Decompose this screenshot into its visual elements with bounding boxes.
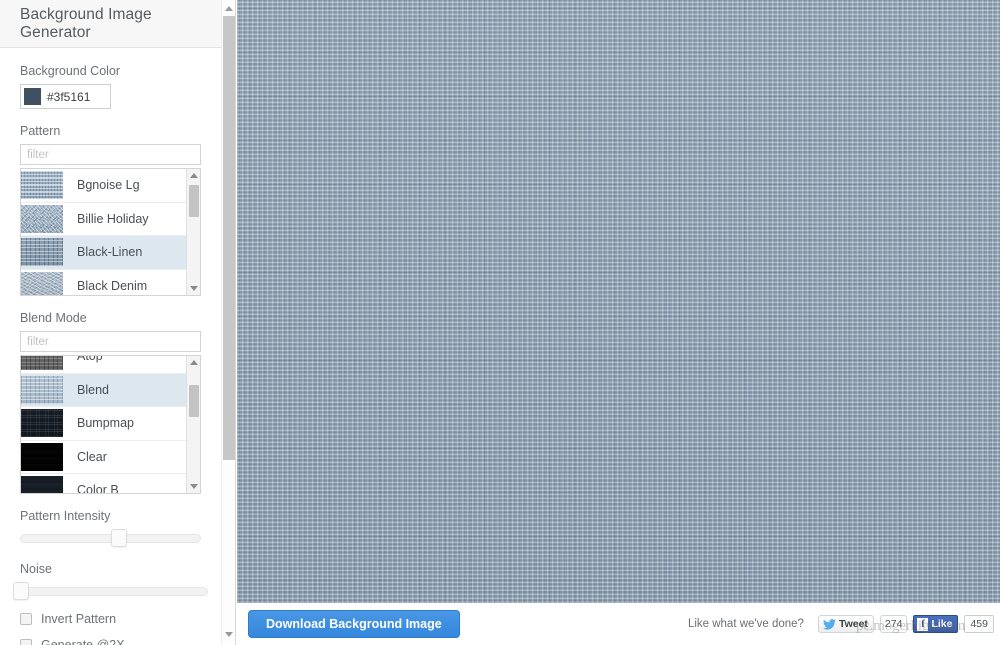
list-item-label: Black-Linen <box>77 245 143 260</box>
sidebar-scroll-up-arrow-icon[interactable] <box>222 1 236 15</box>
blend-mode-list-scrollbar[interactable] <box>186 356 200 493</box>
scrollbar-thumb[interactable] <box>189 385 199 417</box>
footer-bar: Download Background Image Like what we'v… <box>237 603 1000 645</box>
list-item-label: Blend <box>77 382 109 397</box>
list-item[interactable]: Color B <box>21 474 188 494</box>
page-title: Background Image Generator <box>20 5 152 41</box>
app-root: Background Image Generator Background Co… <box>0 0 1000 645</box>
pattern-list-scrollbar[interactable] <box>186 169 200 295</box>
list-item-label: Color B <box>77 483 119 494</box>
list-item-label: Clear <box>77 449 107 464</box>
list-item-label: Billie Holiday <box>77 211 149 226</box>
scroll-down-arrow-icon[interactable] <box>187 282 200 295</box>
blend-mode-label: Blend Mode <box>20 311 87 325</box>
blend-thumbnail-icon <box>21 356 63 371</box>
scroll-down-arrow-icon[interactable] <box>187 480 200 493</box>
list-item[interactable]: Clear <box>21 440 188 474</box>
tweet-button-label: Tweet <box>838 618 868 630</box>
blend-mode-filter-input[interactable]: filter <box>20 331 201 352</box>
list-item-label: Atop <box>77 355 103 364</box>
sidebar-content: Background Color #3f5161 Pattern filter … <box>0 64 221 645</box>
list-item-selected[interactable]: Blend <box>21 373 188 407</box>
list-item-label: Bgnoise Lg <box>77 178 140 193</box>
download-button-label: Download Background Image <box>266 617 442 631</box>
blend-thumbnail-icon <box>21 409 63 438</box>
list-item[interactable]: Black Denim <box>21 269 188 295</box>
pattern-list[interactable]: Bgnoise Lg Billie Holiday Black-Linen Bl… <box>20 168 201 296</box>
list-item-selected[interactable]: Black-Linen <box>21 236 188 270</box>
scroll-up-arrow-icon[interactable] <box>187 169 200 182</box>
scroll-up-arrow-icon[interactable] <box>187 356 200 369</box>
noise-slider[interactable] <box>13 582 208 600</box>
like-button-label: Like <box>931 618 953 630</box>
blend-thumbnail-icon <box>21 442 63 471</box>
list-item[interactable]: Atop <box>21 355 188 374</box>
download-background-image-button[interactable]: Download Background Image <box>248 610 460 638</box>
list-item-label: Bumpmap <box>77 416 134 431</box>
tweet-button[interactable]: Tweet <box>817 615 874 633</box>
sidebar-scrollbar-thumb[interactable] <box>223 16 235 460</box>
facebook-f-icon: f <box>917 617 929 631</box>
list-item[interactable]: Bumpmap <box>21 407 188 441</box>
scrollbar-thumb[interactable] <box>189 185 199 217</box>
pattern-thumbnail-icon <box>21 204 63 233</box>
social-prompt-text: Like what we've done? <box>687 618 804 630</box>
slider-thumb[interactable] <box>110 529 127 547</box>
list-item-label: Black Denim <box>77 278 148 293</box>
sidebar-scroll-down-arrow-icon[interactable] <box>222 627 236 641</box>
tweet-count-badge: 274 <box>879 615 908 633</box>
app-header: Background Image Generator <box>0 0 221 48</box>
background-color-label: Background Color <box>20 64 121 78</box>
generate-2x-checkbox[interactable] <box>20 639 32 645</box>
background-color-input[interactable]: #3f5161 <box>20 84 111 109</box>
facebook-like-button[interactable]: f Like <box>913 615 959 633</box>
sidebar-panel: Background Image Generator Background Co… <box>0 0 221 645</box>
background-preview-canvas <box>237 0 1000 603</box>
pattern-thumbnail-icon <box>21 271 63 295</box>
generate-2x-checkbox-row[interactable]: Generate @2X <box>20 638 201 645</box>
like-count-badge: 459 <box>964 615 994 633</box>
noise-label: Noise <box>20 562 52 576</box>
blend-mode-list[interactable]: Atop Blend Bumpmap Clear Color B <box>20 355 201 494</box>
like-count-value: 459 <box>970 618 988 630</box>
invert-pattern-label: Invert Pattern <box>41 612 117 626</box>
blend-mode-filter-placeholder: filter <box>27 335 49 348</box>
slider-track[interactable] <box>13 587 208 596</box>
pattern-thumbnail-icon <box>21 238 63 267</box>
pattern-intensity-label: Pattern Intensity <box>20 509 111 523</box>
color-hex-value: #3f5161 <box>47 89 91 104</box>
pattern-thumbnail-icon <box>21 171 63 200</box>
blend-thumbnail-icon <box>21 375 63 404</box>
social-share-group: Like what we've done? Tweet 274 f Like 4… <box>688 615 994 633</box>
pattern-label: Pattern <box>20 124 61 138</box>
twitter-bird-icon <box>822 618 836 630</box>
pattern-filter-placeholder: filter <box>27 148 49 161</box>
generate-2x-label: Generate @2X <box>41 638 125 645</box>
pattern-filter-input[interactable]: filter <box>20 144 201 165</box>
list-item[interactable]: Bgnoise Lg <box>21 169 188 203</box>
slider-thumb[interactable] <box>13 582 29 600</box>
invert-pattern-checkbox-row[interactable]: Invert Pattern <box>20 612 201 626</box>
invert-pattern-checkbox[interactable] <box>20 613 32 625</box>
color-swatch[interactable] <box>24 88 41 105</box>
sidebar-scrollbar[interactable] <box>221 0 236 645</box>
list-item[interactable]: Billie Holiday <box>21 202 188 236</box>
blend-thumbnail-icon <box>21 476 63 493</box>
tweet-count-value: 274 <box>884 618 903 630</box>
pattern-intensity-slider[interactable] <box>20 529 201 547</box>
